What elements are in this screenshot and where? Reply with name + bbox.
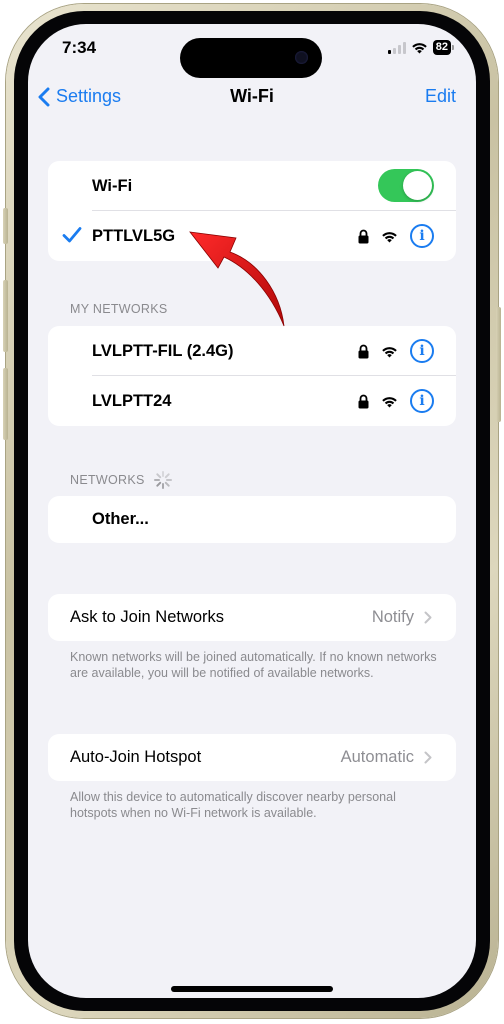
volume-up-button (3, 280, 8, 352)
ask-to-join-label: Ask to Join Networks (70, 608, 225, 626)
wifi-icon (382, 396, 397, 407)
auto-join-hotspot-row[interactable]: Auto-Join Hotspot Automatic (48, 734, 456, 781)
ask-to-join-value-wrap: Notify (372, 608, 432, 627)
other-network-row[interactable]: Other... (48, 496, 456, 543)
networks-group: Other... (48, 496, 456, 543)
network-name: LVLPTT-FIL (2.4G) (92, 341, 234, 360)
battery-icon: 82 (432, 40, 454, 55)
navigation-bar: Settings Wi-Fi Edit (28, 84, 476, 114)
toggle-knob (403, 171, 432, 200)
wifi-status-icon (411, 43, 427, 54)
front-camera (295, 51, 308, 64)
auto-join-hotspot-group: Auto-Join Hotspot Automatic (48, 734, 456, 781)
network-row[interactable]: LVLPTT-FIL (2.4G) i (48, 326, 456, 376)
chevron-right-icon (424, 751, 432, 764)
lock-icon (358, 394, 369, 408)
action-button (3, 208, 8, 244)
auto-join-hotspot-footnote: Allow this device to automatically disco… (70, 790, 396, 820)
wifi-icon (382, 346, 397, 357)
home-indicator[interactable] (171, 986, 333, 992)
network-icons: i (358, 339, 434, 363)
power-button (496, 307, 501, 422)
back-label: Settings (56, 86, 122, 106)
network-name: LVLPTT24 (92, 391, 172, 410)
ask-to-join-group: Ask to Join Networks Notify (48, 594, 456, 641)
network-icons: i (358, 389, 434, 413)
edit-button[interactable]: Edit (425, 86, 456, 107)
my-networks-header: MY NETWORKS (70, 302, 168, 316)
networks-header: NETWORKS (70, 470, 173, 490)
screen: 7:34 82 Settings Wi-Fi Edit Wi-Fi PTTLVL… (28, 24, 476, 998)
connected-network-name: PTTLVL5G (92, 226, 176, 245)
status-time: 7:34 (62, 38, 97, 57)
chevron-left-icon (38, 87, 50, 106)
ask-to-join-footnote: Known networks will be joined automatica… (70, 650, 437, 680)
network-row[interactable]: LVLPTT24 i (48, 376, 456, 426)
network-icons: i (358, 224, 434, 248)
networks-header-label: NETWORKS (70, 473, 145, 487)
ask-to-join-row[interactable]: Ask to Join Networks Notify (48, 594, 456, 641)
back-button[interactable]: Settings (38, 86, 121, 107)
auto-join-hotspot-value-wrap: Automatic (341, 748, 432, 767)
my-networks-group: LVLPTT-FIL (2.4G) i LVLPTT24 i (48, 326, 456, 426)
loading-spinner-icon (153, 471, 172, 489)
info-icon[interactable]: i (410, 389, 434, 413)
connected-network-row[interactable]: PTTLVL5G i (48, 211, 456, 261)
wifi-icon (382, 231, 397, 242)
battery-level: 82 (432, 40, 451, 55)
status-indicators: 82 (387, 40, 454, 55)
my-networks-header-label: MY NETWORKS (70, 302, 168, 316)
dynamic-island (180, 38, 322, 78)
info-icon[interactable]: i (410, 339, 434, 363)
chevron-right-icon (424, 611, 432, 624)
auto-join-hotspot-value: Automatic (340, 748, 414, 766)
checkmark-icon (62, 227, 82, 243)
wifi-group: Wi-Fi PTTLVL5G i (48, 161, 456, 261)
cellular-signal-icon (387, 41, 406, 54)
info-icon[interactable]: i (410, 224, 434, 248)
other-network-label: Other... (92, 510, 149, 528)
lock-icon (358, 229, 369, 243)
lock-icon (358, 344, 369, 358)
ask-to-join-value: Notify (371, 608, 414, 626)
wifi-toggle-row: Wi-Fi (48, 161, 456, 211)
wifi-toggle[interactable] (378, 169, 434, 202)
volume-down-button (3, 368, 8, 440)
auto-join-hotspot-label: Auto-Join Hotspot (70, 748, 202, 766)
wifi-toggle-label: Wi-Fi (92, 176, 133, 195)
